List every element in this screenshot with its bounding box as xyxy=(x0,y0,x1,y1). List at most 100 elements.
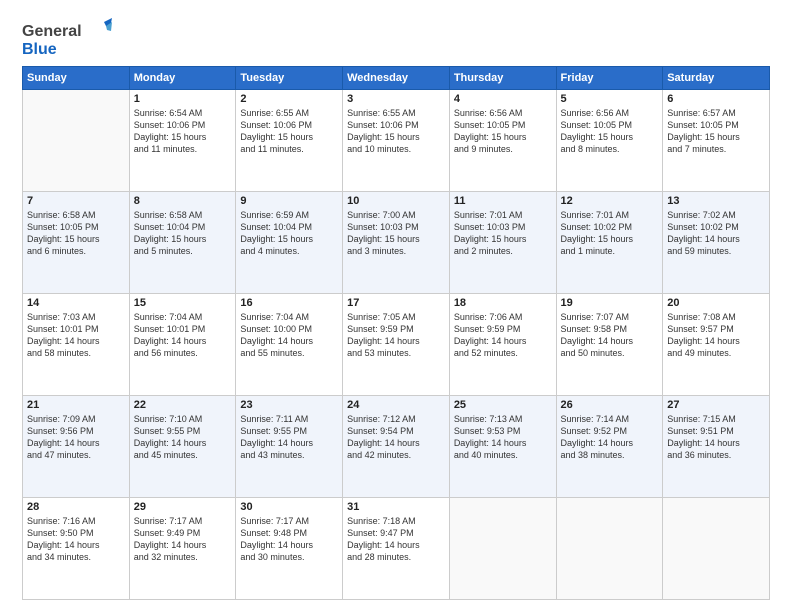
day-info: Sunrise: 7:06 AMSunset: 9:59 PMDaylight:… xyxy=(454,311,552,360)
day-number: 14 xyxy=(27,297,125,309)
calendar-week-row: 7 Sunrise: 6:58 AMSunset: 10:05 PMDayligh… xyxy=(23,192,770,294)
day-number: 8 xyxy=(134,195,232,207)
calendar-week-row: 21 Sunrise: 7:09 AMSunset: 9:56 PMDayligh… xyxy=(23,396,770,498)
calendar-day-cell: 23 Sunrise: 7:11 AMSunset: 9:55 PMDayligh… xyxy=(236,396,343,498)
day-number: 23 xyxy=(240,399,338,411)
calendar-day-header: Wednesday xyxy=(343,67,450,90)
calendar-day-cell: 31 Sunrise: 7:18 AMSunset: 9:47 PMDayligh… xyxy=(343,498,450,600)
calendar-day-header: Monday xyxy=(129,67,236,90)
day-number: 30 xyxy=(240,501,338,513)
day-info: Sunrise: 7:14 AMSunset: 9:52 PMDaylight:… xyxy=(561,413,659,462)
day-number: 28 xyxy=(27,501,125,513)
day-number: 20 xyxy=(667,297,765,309)
day-number: 10 xyxy=(347,195,445,207)
day-number: 9 xyxy=(240,195,338,207)
calendar-day-cell: 17 Sunrise: 7:05 AMSunset: 9:59 PMDayligh… xyxy=(343,294,450,396)
calendar-day-cell: 13Sunrise: 7:02 AMSunset: 10:02 PMDaylig… xyxy=(663,192,770,294)
day-info: Sunrise: 7:13 AMSunset: 9:53 PMDaylight:… xyxy=(454,413,552,462)
calendar-day-cell xyxy=(23,90,130,192)
day-number: 6 xyxy=(667,93,765,105)
calendar-day-header: Friday xyxy=(556,67,663,90)
day-info: Sunrise: 7:04 AMSunset: 10:00 PMDaylight… xyxy=(240,311,338,360)
day-info: Sunrise: 7:10 AMSunset: 9:55 PMDaylight:… xyxy=(134,413,232,462)
calendar-day-cell: 30 Sunrise: 7:17 AMSunset: 9:48 PMDayligh… xyxy=(236,498,343,600)
calendar-day-cell: 24 Sunrise: 7:12 AMSunset: 9:54 PMDayligh… xyxy=(343,396,450,498)
day-number: 25 xyxy=(454,399,552,411)
day-info: Sunrise: 7:00 AMSunset: 10:03 PMDaylight… xyxy=(347,209,445,258)
day-number: 12 xyxy=(561,195,659,207)
day-number: 19 xyxy=(561,297,659,309)
calendar-day-cell: 10 Sunrise: 7:00 AMSunset: 10:03 PMDaylig… xyxy=(343,192,450,294)
day-info: Sunrise: 7:03 AMSunset: 10:01 PMDaylight… xyxy=(27,311,125,360)
calendar-day-cell: 1 Sunrise: 6:54 AMSunset: 10:06 PMDayligh… xyxy=(129,90,236,192)
svg-text:General: General xyxy=(22,23,82,40)
day-info: Sunrise: 6:55 AMSunset: 10:06 PMDaylight… xyxy=(240,107,338,156)
day-info: Sunrise: 6:54 AMSunset: 10:06 PMDaylight… xyxy=(134,107,232,156)
calendar-day-cell: 5Sunrise: 6:56 AMSunset: 10:05 PMDayligh… xyxy=(556,90,663,192)
day-info: Sunrise: 6:57 AMSunset: 10:05 PMDaylight… xyxy=(667,107,765,156)
calendar-day-cell: 11Sunrise: 7:01 AMSunset: 10:03 PMDaylig… xyxy=(449,192,556,294)
day-info: Sunrise: 7:01 AMSunset: 10:03 PMDaylight… xyxy=(454,209,552,258)
day-info: Sunrise: 7:18 AMSunset: 9:47 PMDaylight:… xyxy=(347,515,445,564)
calendar-day-cell: 25 Sunrise: 7:13 AMSunset: 9:53 PMDayligh… xyxy=(449,396,556,498)
calendar-day-cell: 19Sunrise: 7:07 AMSunset: 9:58 PMDayligh… xyxy=(556,294,663,396)
day-info: Sunrise: 6:56 AMSunset: 10:05 PMDaylight… xyxy=(454,107,552,156)
day-number: 1 xyxy=(134,93,232,105)
day-number: 17 xyxy=(347,297,445,309)
svg-text:Blue: Blue xyxy=(22,41,57,58)
day-number: 24 xyxy=(347,399,445,411)
day-info: Sunrise: 6:59 AMSunset: 10:04 PMDaylight… xyxy=(240,209,338,258)
calendar-day-cell: 7 Sunrise: 6:58 AMSunset: 10:05 PMDayligh… xyxy=(23,192,130,294)
day-number: 4 xyxy=(454,93,552,105)
calendar-day-cell: 28 Sunrise: 7:16 AMSunset: 9:50 PMDayligh… xyxy=(23,498,130,600)
day-info: Sunrise: 7:15 AMSunset: 9:51 PMDaylight:… xyxy=(667,413,765,462)
day-number: 16 xyxy=(240,297,338,309)
day-info: Sunrise: 7:08 AMSunset: 9:57 PMDaylight:… xyxy=(667,311,765,360)
day-info: Sunrise: 7:11 AMSunset: 9:55 PMDaylight:… xyxy=(240,413,338,462)
calendar-day-cell xyxy=(556,498,663,600)
calendar-day-cell: 20 Sunrise: 7:08 AMSunset: 9:57 PMDayligh… xyxy=(663,294,770,396)
calendar-day-cell: 4 Sunrise: 6:56 AMSunset: 10:05 PMDayligh… xyxy=(449,90,556,192)
calendar-day-cell: 2Sunrise: 6:55 AMSunset: 10:06 PMDayligh… xyxy=(236,90,343,192)
day-info: Sunrise: 7:05 AMSunset: 9:59 PMDaylight:… xyxy=(347,311,445,360)
logo: General Blue xyxy=(22,18,112,60)
day-info: Sunrise: 7:12 AMSunset: 9:54 PMDaylight:… xyxy=(347,413,445,462)
calendar-day-cell: 29 Sunrise: 7:17 AMSunset: 9:49 PMDayligh… xyxy=(129,498,236,600)
calendar-week-row: 1 Sunrise: 6:54 AMSunset: 10:06 PMDayligh… xyxy=(23,90,770,192)
day-info: Sunrise: 7:16 AMSunset: 9:50 PMDaylight:… xyxy=(27,515,125,564)
calendar-day-cell: 8Sunrise: 6:58 AMSunset: 10:04 PMDayligh… xyxy=(129,192,236,294)
calendar-day-cell xyxy=(663,498,770,600)
day-number: 3 xyxy=(347,93,445,105)
calendar-day-cell: 3Sunrise: 6:55 AMSunset: 10:06 PMDayligh… xyxy=(343,90,450,192)
calendar-day-cell: 12 Sunrise: 7:01 AMSunset: 10:02 PMDaylig… xyxy=(556,192,663,294)
day-number: 7 xyxy=(27,195,125,207)
calendar-day-header: Saturday xyxy=(663,67,770,90)
day-number: 29 xyxy=(134,501,232,513)
logo-svg: General Blue xyxy=(22,18,112,60)
day-number: 21 xyxy=(27,399,125,411)
day-number: 18 xyxy=(454,297,552,309)
page: General Blue SundayMondayTuesdayWednesda… xyxy=(0,0,792,612)
day-info: Sunrise: 7:09 AMSunset: 9:56 PMDaylight:… xyxy=(27,413,125,462)
calendar-day-cell: 26 Sunrise: 7:14 AMSunset: 9:52 PMDayligh… xyxy=(556,396,663,498)
calendar-day-cell: 14 Sunrise: 7:03 AMSunset: 10:01 PMDaylig… xyxy=(23,294,130,396)
calendar-day-cell: 21 Sunrise: 7:09 AMSunset: 9:56 PMDayligh… xyxy=(23,396,130,498)
calendar-day-cell: 9 Sunrise: 6:59 AMSunset: 10:04 PMDayligh… xyxy=(236,192,343,294)
day-number: 26 xyxy=(561,399,659,411)
day-number: 27 xyxy=(667,399,765,411)
calendar-day-cell: 6 Sunrise: 6:57 AMSunset: 10:05 PMDayligh… xyxy=(663,90,770,192)
day-info: Sunrise: 7:17 AMSunset: 9:49 PMDaylight:… xyxy=(134,515,232,564)
calendar-table: SundayMondayTuesdayWednesdayThursdayFrid… xyxy=(22,66,770,600)
calendar-day-cell: 16 Sunrise: 7:04 AMSunset: 10:00 PMDaylig… xyxy=(236,294,343,396)
calendar-day-header: Sunday xyxy=(23,67,130,90)
day-number: 31 xyxy=(347,501,445,513)
day-info: Sunrise: 7:02 AMSunset: 10:02 PMDaylight… xyxy=(667,209,765,258)
calendar-header-row: SundayMondayTuesdayWednesdayThursdayFrid… xyxy=(23,67,770,90)
calendar-day-cell: 18 Sunrise: 7:06 AMSunset: 9:59 PMDayligh… xyxy=(449,294,556,396)
calendar-day-cell: 22Sunrise: 7:10 AMSunset: 9:55 PMDayligh… xyxy=(129,396,236,498)
day-info: Sunrise: 7:01 AMSunset: 10:02 PMDaylight… xyxy=(561,209,659,258)
day-number: 5 xyxy=(561,93,659,105)
day-info: Sunrise: 6:58 AMSunset: 10:05 PMDaylight… xyxy=(27,209,125,258)
calendar-day-cell: 27 Sunrise: 7:15 AMSunset: 9:51 PMDayligh… xyxy=(663,396,770,498)
day-info: Sunrise: 7:17 AMSunset: 9:48 PMDaylight:… xyxy=(240,515,338,564)
